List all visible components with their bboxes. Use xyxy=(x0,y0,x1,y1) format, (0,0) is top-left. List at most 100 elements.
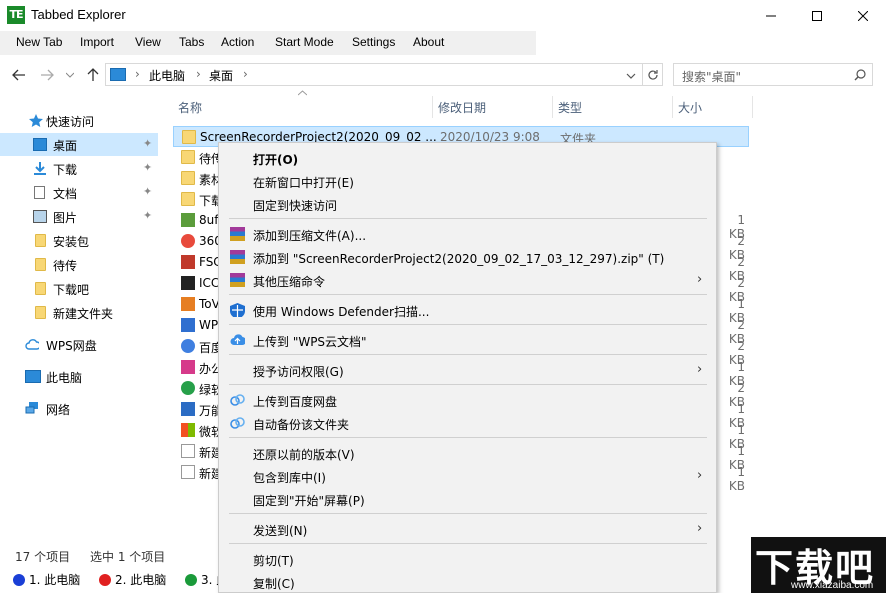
menu-item-label: 上传到 "WPS云文档" xyxy=(253,333,367,350)
recent-dropdown-button[interactable] xyxy=(64,66,76,84)
sort-ascending-icon xyxy=(298,90,307,96)
shortcut-icon xyxy=(181,234,195,248)
menu-item-label: 使用 Windows Defender扫描... xyxy=(253,303,429,320)
menu-item-label: 发送到(N) xyxy=(253,522,307,539)
back-button[interactable] xyxy=(10,66,28,84)
sidebar-item-label: 待传 xyxy=(53,257,77,274)
sidebar-item-wps[interactable]: WPS网盘 xyxy=(0,333,158,356)
sidebar-item-label: 此电脑 xyxy=(46,369,82,386)
menu-about[interactable]: About xyxy=(413,35,444,49)
up-button[interactable] xyxy=(84,66,102,84)
sidebar-item-label: WPS网盘 xyxy=(46,337,97,354)
sidebar-item-pictures[interactable]: 图片 ✦ xyxy=(0,205,158,228)
address-dropdown-icon[interactable] xyxy=(626,69,636,83)
folder-icon xyxy=(182,130,196,144)
menu-item-upload-wps[interactable]: 上传到 "WPS云文档" xyxy=(219,329,716,351)
column-header-size[interactable]: 大小 xyxy=(673,96,753,118)
menu-bar: New Tab Import View Tabs Action Start Mo… xyxy=(0,31,536,55)
menu-item-pin-start[interactable]: 固定到"开始"屏幕(P) xyxy=(219,488,716,510)
file-name: ICC xyxy=(199,276,219,290)
sidebar-item-downloads[interactable]: 下载 ✦ xyxy=(0,157,158,180)
pin-icon[interactable]: ✦ xyxy=(143,185,152,198)
menu-action[interactable]: Action xyxy=(221,35,254,49)
document-icon xyxy=(34,186,45,199)
menu-import[interactable]: Import xyxy=(80,35,114,49)
menu-item-label: 在新窗口中打开(E) xyxy=(253,174,354,191)
menu-settings[interactable]: Settings xyxy=(352,35,395,49)
menu-item-add-archive[interactable]: 添加到压缩文件(A)... xyxy=(219,223,716,245)
windows-logo-icon xyxy=(181,423,195,437)
menu-item-grant-access[interactable]: 授予访问权限(G) › xyxy=(219,359,716,381)
minimize-button[interactable] xyxy=(748,0,794,31)
sidebar-item-folder[interactable]: 新建文件夹 xyxy=(0,301,158,324)
sidebar-item-label: 快速访问 xyxy=(46,113,94,130)
winrar-icon xyxy=(230,227,245,241)
forward-button[interactable] xyxy=(38,66,56,84)
file-name: ToV xyxy=(199,297,220,311)
menu-item-include-library[interactable]: 包含到库中(I) › xyxy=(219,465,716,487)
sidebar-item-folder[interactable]: 安装包 xyxy=(0,229,158,252)
shortcut-icon xyxy=(181,339,195,353)
breadcrumb-desktop[interactable]: 桌面 xyxy=(209,67,233,84)
shortcut-icon xyxy=(181,360,195,374)
search-placeholder: 搜索"桌面" xyxy=(682,68,741,85)
search-input[interactable]: 搜索"桌面" xyxy=(673,63,873,86)
address-bar[interactable]: › 此电脑 › 桌面 › xyxy=(105,63,643,86)
tab-color-dot xyxy=(185,574,197,586)
tab-color-dot xyxy=(99,574,111,586)
refresh-button[interactable] xyxy=(643,63,663,86)
breadcrumb-pc[interactable]: 此电脑 xyxy=(149,67,185,84)
menu-item-label: 还原以前的版本(V) xyxy=(253,446,355,463)
tab-1[interactable]: 1. 此电脑 xyxy=(13,571,80,588)
menu-item-copy[interactable]: 复制(C) xyxy=(219,571,716,593)
sidebar-item-folder[interactable]: 下载吧 xyxy=(0,277,158,300)
sidebar-item-desktop[interactable]: 桌面 ✦ xyxy=(0,133,158,156)
sidebar-item-network[interactable]: 网络 xyxy=(0,397,158,420)
menu-item-open[interactable]: 打开(O) xyxy=(219,147,716,169)
column-header-date[interactable]: 修改日期 xyxy=(433,96,553,118)
context-menu: 打开(O) 在新窗口中打开(E) 固定到快速访问 添加到压缩文件(A)... 添… xyxy=(218,142,717,593)
menu-tabs[interactable]: Tabs xyxy=(179,35,204,49)
menu-item-label: 复制(C) xyxy=(253,575,295,592)
menu-item-restore[interactable]: 还原以前的版本(V) xyxy=(219,442,716,464)
folder-icon xyxy=(35,306,46,319)
close-button[interactable] xyxy=(840,0,886,31)
menu-item-upload-baidu[interactable]: 上传到百度网盘 xyxy=(219,389,716,411)
menu-item-auto-backup[interactable]: 自动备份该文件夹 xyxy=(219,412,716,434)
sidebar-item-folder[interactable]: 待传 xyxy=(0,253,158,276)
menu-item-other-compress[interactable]: 其他压缩命令 › xyxy=(219,269,716,291)
sidebar-item-quick-access[interactable]: 快速访问 xyxy=(0,109,158,132)
window-title: Tabbed Explorer xyxy=(31,7,126,22)
maximize-button[interactable] xyxy=(794,0,840,31)
pin-icon[interactable]: ✦ xyxy=(143,209,152,222)
pc-icon xyxy=(110,68,126,81)
pin-icon[interactable]: ✦ xyxy=(143,161,152,174)
menu-item-send-to[interactable]: 发送到(N) › xyxy=(219,518,716,540)
column-header-type[interactable]: 类型 xyxy=(553,96,673,118)
breadcrumb-separator-icon: › xyxy=(196,67,201,81)
menu-item-pin-quick-access[interactable]: 固定到快速访问 xyxy=(219,193,716,215)
menu-item-cut[interactable]: 剪切(T) xyxy=(219,548,716,570)
folder-icon xyxy=(181,171,195,185)
menu-item-add-zip[interactable]: 添加到 "ScreenRecorderProject2(2020_09_02_1… xyxy=(219,246,716,268)
desktop-icon xyxy=(33,138,47,151)
menu-new-tab[interactable]: New Tab xyxy=(16,35,62,49)
folder-icon xyxy=(35,258,46,271)
sidebar-item-this-pc[interactable]: 此电脑 xyxy=(0,365,158,388)
menu-view[interactable]: View xyxy=(135,35,161,49)
file-size: 1 KB xyxy=(718,465,745,493)
sidebar-item-documents[interactable]: 文档 ✦ xyxy=(0,181,158,204)
pin-icon[interactable]: ✦ xyxy=(143,137,152,150)
column-header-name[interactable]: 名称 xyxy=(173,96,433,118)
shortcut-icon xyxy=(181,255,195,269)
file-name: 8uf xyxy=(199,213,218,227)
tab-strip: 1. 此电脑 2. 此电脑 3. 此 xyxy=(0,566,220,593)
menu-start-mode[interactable]: Start Mode xyxy=(275,35,334,49)
search-icon xyxy=(854,69,866,81)
breadcrumb-separator-icon: › xyxy=(243,67,248,81)
menu-item-defender[interactable]: 使用 Windows Defender扫描... xyxy=(219,299,716,321)
menu-separator xyxy=(229,324,707,325)
tab-2[interactable]: 2. 此电脑 xyxy=(99,571,166,588)
cloud-icon xyxy=(25,338,39,351)
menu-item-open-new-window[interactable]: 在新窗口中打开(E) xyxy=(219,170,716,192)
